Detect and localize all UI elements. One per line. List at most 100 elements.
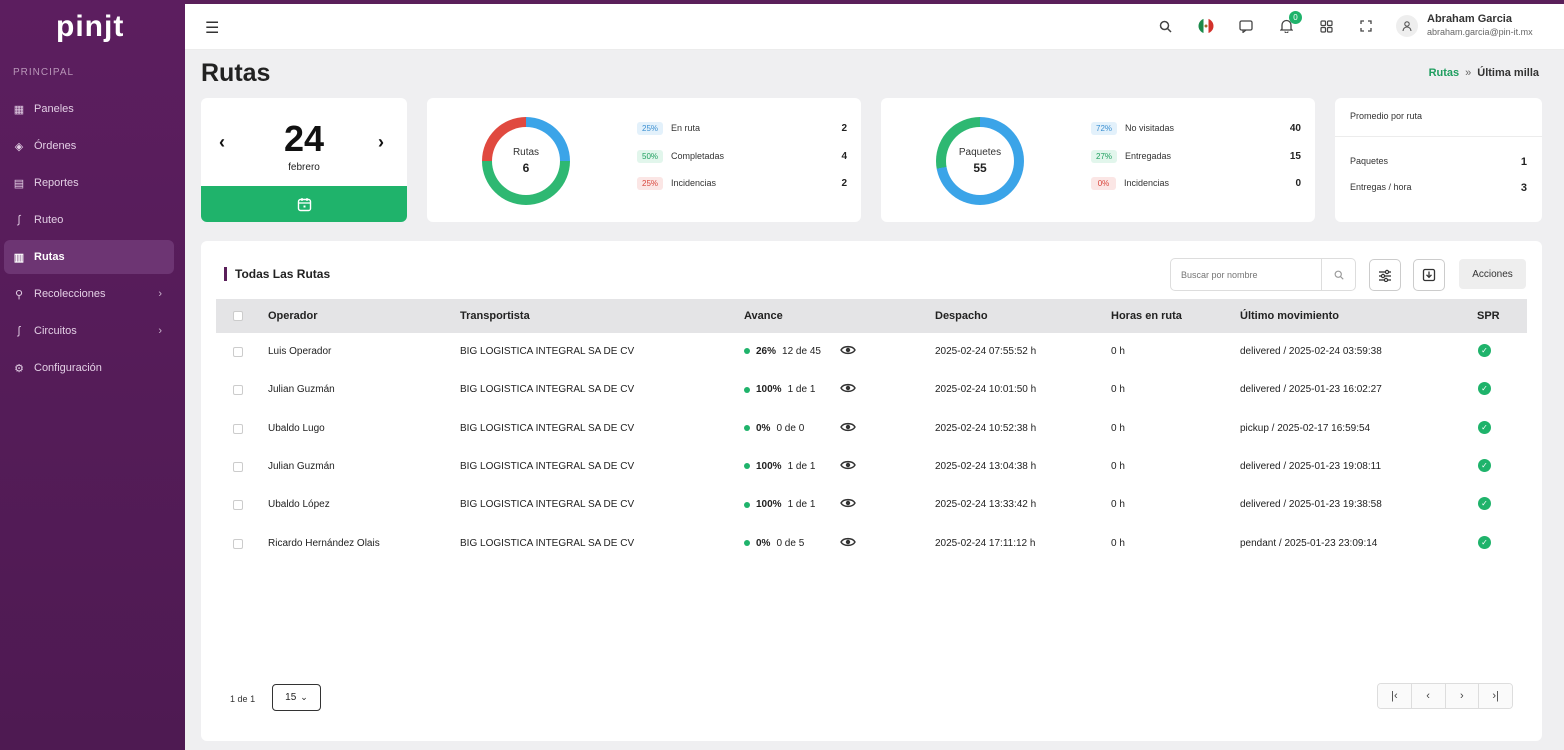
pickup-icon: ⚲: [14, 288, 24, 301]
packages-donut-chart: Paquetes 55: [936, 117, 1024, 205]
header-hours[interactable]: Horas en ruta: [1111, 310, 1182, 322]
donut-label: Paquetes: [958, 147, 1002, 158]
header-operator[interactable]: Operador: [268, 310, 318, 322]
row-checkbox[interactable]: [233, 347, 243, 357]
sidebar-item-label: Reportes: [34, 177, 79, 189]
row-checkbox[interactable]: [233, 538, 243, 549]
table-row[interactable]: Ricardo Hernández Olais BIG LOGISTICA INT…: [216, 525, 1527, 563]
stat-value: 40: [1289, 122, 1301, 134]
cell-hours: 0 h: [1111, 460, 1125, 472]
status-dot: [744, 463, 750, 470]
eye-icon[interactable]: [840, 343, 856, 359]
actions-button[interactable]: Acciones: [1459, 259, 1526, 289]
download-icon: [1422, 268, 1436, 282]
calendar-button[interactable]: [201, 186, 407, 222]
stat-value: 4: [841, 150, 847, 162]
page-title: Rutas: [201, 59, 271, 87]
next-page-icon[interactable]: ›: [1445, 684, 1480, 708]
percent-badge: 72%: [1091, 121, 1118, 135]
table-row[interactable]: Ubaldo Lugo BIG LOGISTICA INTEGRAL SA DE …: [216, 410, 1527, 448]
progress-percent: 0%: [756, 422, 771, 434]
sidebar-item-reportes[interactable]: ▤ Reportes: [4, 166, 174, 200]
topbar: ☰ 0 Abraham Garcia abraham.garcia@pin-it…: [185, 4, 1564, 50]
sliders-icon: [1379, 269, 1391, 282]
user-avatar[interactable]: [1396, 15, 1418, 37]
stat-row: 50% Completadas 4: [637, 148, 847, 164]
cell-operator: Ricardo Hernández Olais: [268, 537, 380, 549]
search-input[interactable]: [1171, 269, 1321, 280]
fullscreen-icon[interactable]: [1357, 17, 1375, 35]
last-page-icon[interactable]: ›|: [1479, 684, 1512, 708]
cell-carrier: BIG LOGISTICA INTEGRAL SA DE CV: [460, 422, 635, 434]
cell-operator: Julian Guzmán: [268, 384, 335, 396]
avg-value: 3: [1520, 182, 1527, 194]
header-spr[interactable]: SPR: [1477, 310, 1500, 322]
check-circle-icon: ✓: [1478, 458, 1491, 472]
sidebar-item-ordenes[interactable]: ◈ Órdenes: [4, 129, 174, 163]
breadcrumb-link[interactable]: Rutas: [1429, 67, 1460, 79]
filter-button[interactable]: [1369, 259, 1401, 291]
chat-icon[interactable]: [1237, 17, 1255, 35]
sidebar-item-rutas[interactable]: ▥ Rutas: [4, 240, 174, 274]
date-day: 24: [283, 118, 325, 159]
chevron-down-icon: ⌄: [300, 692, 308, 702]
row-checkbox[interactable]: [233, 423, 243, 434]
flag-mexico-icon[interactable]: [1197, 17, 1215, 35]
previous-page-icon[interactable]: ‹: [1411, 684, 1446, 708]
cell-progress: 0% 0 de 5: [744, 538, 804, 549]
row-checkbox[interactable]: [233, 461, 243, 472]
cell-last-move: delivered / 2025-01-23 19:08:11: [1240, 460, 1382, 472]
first-page-icon[interactable]: |‹: [1378, 684, 1412, 708]
progress-percent: 100%: [756, 460, 782, 472]
report-icon: ▤: [13, 177, 25, 190]
eye-icon[interactable]: [840, 535, 856, 551]
row-checkbox[interactable]: [233, 500, 243, 511]
table-row[interactable]: Luis Operador BIG LOGISTICA INTEGRAL SA D…: [216, 333, 1527, 371]
header-progress[interactable]: Avance: [744, 310, 783, 322]
check-circle-icon: ✓: [1478, 382, 1491, 396]
apps-grid-icon[interactable]: [1317, 17, 1335, 35]
grid-icon: ▦: [13, 103, 25, 116]
routes-table-card: Todas Las Rutas Acciones Operador Transp…: [201, 241, 1542, 741]
next-day-icon[interactable]: ›: [378, 132, 384, 153]
donut-label: Rutas: [512, 147, 540, 158]
row-checkbox[interactable]: [233, 385, 243, 396]
sidebar-item-paneles[interactable]: ▦ Paneles: [4, 92, 174, 126]
eye-icon[interactable]: [840, 496, 856, 512]
sidebar-item-recolecciones[interactable]: ⚲ Recolecciones ›: [4, 277, 174, 311]
select-all-checkbox[interactable]: [233, 311, 243, 321]
bell-icon[interactable]: 0: [1277, 11, 1302, 35]
progress-count: 1 de 1: [787, 499, 816, 511]
eye-icon[interactable]: [840, 381, 856, 397]
table-row[interactable]: Julian Guzmán BIG LOGISTICA INTEGRAL SA D…: [216, 448, 1527, 486]
table-row[interactable]: Ubaldo López BIG LOGISTICA INTEGRAL SA DE…: [216, 486, 1527, 524]
download-button[interactable]: [1413, 259, 1445, 291]
brand-logo[interactable]: pinjt: [56, 10, 124, 44]
progress-count: 1 de 1: [787, 384, 816, 396]
header-dispatch[interactable]: Despacho: [935, 310, 988, 322]
status-dot: [744, 539, 750, 546]
date-month: febrero: [288, 162, 320, 173]
cell-dispatch: 2025-02-24 17:11:12 h: [935, 537, 1036, 549]
cell-progress: 100% 1 de 1: [744, 499, 815, 510]
stat-name: Incidencias: [671, 178, 717, 188]
header-last-move[interactable]: Último movimiento: [1240, 310, 1339, 322]
eye-icon[interactable]: [840, 420, 856, 436]
page-size-select[interactable]: 15 ⌄: [272, 684, 321, 711]
search-icon[interactable]: [1156, 17, 1174, 35]
stat-name: Incidencias: [1124, 178, 1170, 188]
search-icon[interactable]: [1321, 259, 1355, 290]
user-name[interactable]: Abraham Garcia: [1427, 13, 1512, 25]
stat-name: En ruta: [671, 123, 701, 133]
cell-hours: 0 h: [1111, 537, 1125, 549]
eye-icon[interactable]: [840, 458, 856, 474]
cell-last-move: delivered / 2025-01-23 16:02:27: [1240, 384, 1382, 396]
sidebar-item-circuitos[interactable]: ʃ Circuitos ›: [4, 314, 174, 348]
menu-icon[interactable]: ☰: [205, 18, 219, 38]
header-carrier[interactable]: Transportista: [460, 310, 530, 322]
sidebar-item-configuracion[interactable]: ⚙ Configuración: [4, 351, 174, 385]
table-row[interactable]: Julian Guzmán BIG LOGISTICA INTEGRAL SA D…: [216, 371, 1527, 409]
sidebar-item-ruteo[interactable]: ∫ Ruteo: [4, 203, 174, 237]
stat-row: 0% Incidencias 0: [1091, 175, 1301, 191]
avg-title: Promedio por ruta: [1350, 111, 1423, 121]
